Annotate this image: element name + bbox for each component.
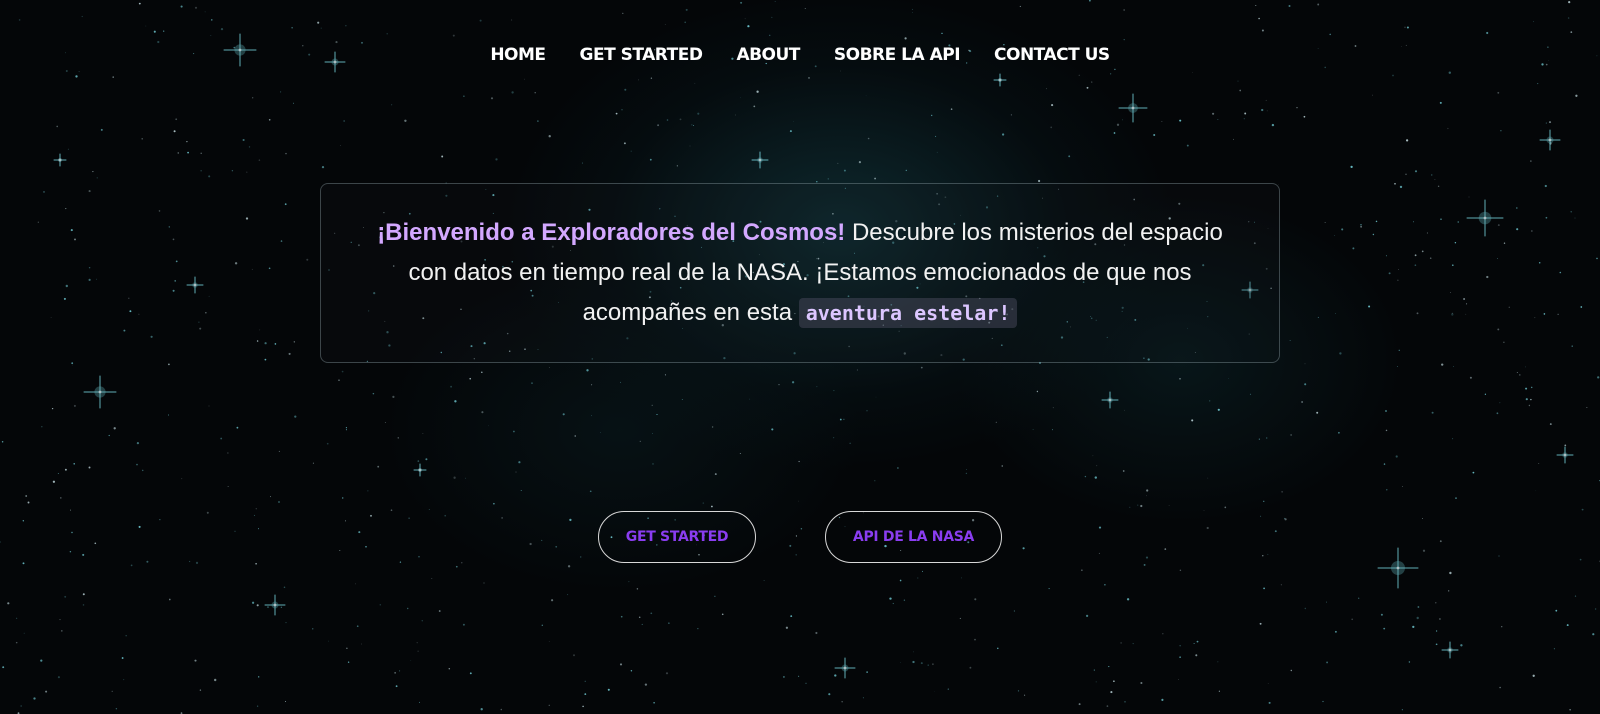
get-started-button[interactable]: GET STARTED: [598, 511, 756, 563]
nav-home-link[interactable]: HOME: [490, 45, 546, 65]
main-nav: HOME GET STARTED ABOUT SOBRE LA API CONT…: [0, 45, 1600, 65]
nav-sobre-la-api-link[interactable]: SOBRE LA API: [834, 45, 961, 65]
welcome-highlight: aventura estelar!: [798, 298, 1018, 328]
welcome-message: ¡Bienvenido a Exploradores del Cosmos! D…: [360, 213, 1240, 333]
nav-get-started-link[interactable]: GET STARTED: [580, 45, 703, 65]
nav-about-link[interactable]: ABOUT: [736, 45, 800, 65]
welcome-card: ¡Bienvenido a Exploradores del Cosmos! D…: [320, 183, 1280, 363]
nasa-api-button[interactable]: API DE LA NASA: [825, 511, 1002, 563]
nav-contact-us-link[interactable]: CONTACT US: [994, 45, 1110, 65]
welcome-title: ¡Bienvenido a Exploradores del Cosmos!: [377, 219, 846, 246]
